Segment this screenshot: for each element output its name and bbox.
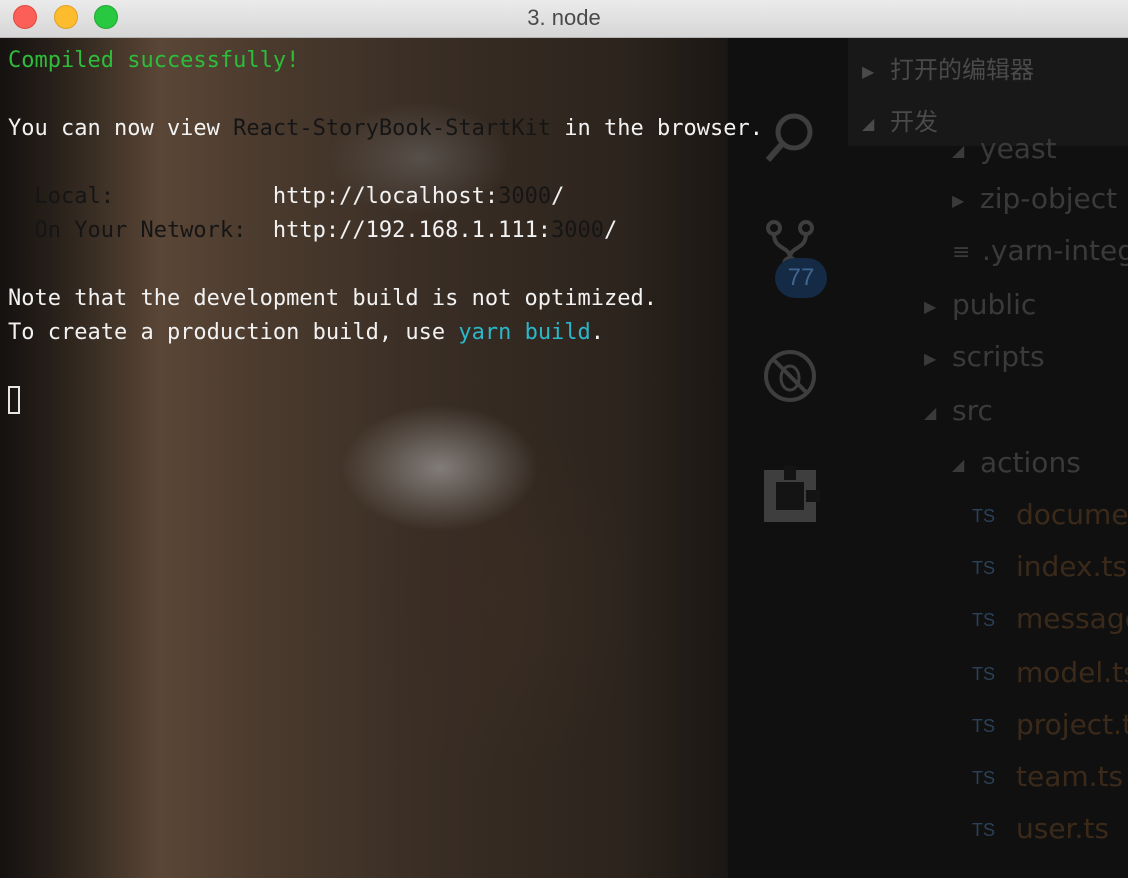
chevron-down-icon: ◢ bbox=[924, 402, 937, 422]
debug-icon[interactable] bbox=[760, 346, 820, 406]
typescript-icon: TS bbox=[972, 505, 996, 526]
production-build-hint: To create a production build, use yarn b… bbox=[8, 320, 605, 345]
local-url-line: Local: http://localhost:3000/ bbox=[8, 184, 565, 209]
terminal-window: 77 ▶ 打开的编辑器 ◢ 开发 ◢ yeast ▶ zip-object ≡ .yarn… bbox=[0, 0, 1128, 878]
chevron-right-icon: ▶ bbox=[952, 190, 965, 210]
app-name: React-StoryBook-StartKit bbox=[233, 116, 552, 141]
tree-item-yeast[interactable]: ◢ yeast bbox=[952, 132, 1057, 165]
chevron-right-icon: ▶ bbox=[924, 296, 937, 316]
tree-file[interactable]: TSmessage.ts bbox=[972, 602, 1128, 635]
network-url-line: On Your Network: http://192.168.1.111:30… bbox=[8, 218, 618, 243]
tree-file[interactable]: TSproject.ts bbox=[972, 708, 1128, 741]
chevron-right-icon: ▶ bbox=[862, 61, 875, 81]
tree-file[interactable]: TSdocument.ts bbox=[972, 498, 1128, 531]
tree-file[interactable]: TS model.ts bbox=[972, 656, 1128, 689]
tree-file[interactable]: TS index.ts bbox=[972, 550, 1127, 583]
view-message: You can now view React-StoryBook-StartKi… bbox=[8, 116, 763, 141]
open-editors-section[interactable]: ▶ 打开的编辑器 bbox=[862, 50, 1034, 85]
tree-item-zip-object[interactable]: ▶ zip-object bbox=[952, 182, 1117, 215]
typescript-icon: TS bbox=[972, 609, 996, 630]
tree-item-src[interactable]: ◢ src bbox=[924, 394, 993, 427]
typescript-icon: TS bbox=[972, 715, 996, 736]
terminal-output[interactable]: Compiled successfully! You can now view … bbox=[0, 38, 763, 878]
tree-item-yarn-integrity[interactable]: ≡.yarn-integrity bbox=[952, 234, 1128, 267]
network-label: On Your Network: bbox=[8, 218, 273, 243]
window-title: 3. node bbox=[527, 5, 601, 30]
dev-section[interactable]: ◢ 开发 bbox=[862, 102, 938, 137]
chevron-down-icon: ◢ bbox=[952, 140, 965, 160]
network-port: 3000 bbox=[551, 218, 605, 243]
compiled-message: Compiled successfully! bbox=[8, 48, 300, 73]
scm-count-badge: 77 bbox=[775, 258, 827, 298]
typescript-icon: TS bbox=[972, 663, 996, 684]
local-label: Local: bbox=[8, 184, 273, 209]
tree-item-actions[interactable]: ◢ actions bbox=[952, 446, 1081, 479]
terminal-cursor bbox=[8, 386, 20, 414]
chevron-down-icon: ◢ bbox=[952, 454, 965, 474]
dev-build-note: Note that the development build is not o… bbox=[8, 286, 658, 311]
activity-bar bbox=[745, 38, 835, 878]
typescript-icon: TS bbox=[972, 767, 996, 788]
typescript-icon: TS bbox=[972, 557, 996, 578]
network-url[interactable]: http://192.168.1.111: bbox=[273, 218, 551, 243]
local-url[interactable]: http://localhost: bbox=[273, 184, 498, 209]
tree-item-public[interactable]: ▶ public bbox=[924, 288, 1036, 321]
chevron-down-icon: ◢ bbox=[862, 113, 875, 133]
tree-file[interactable]: TS team.ts bbox=[972, 760, 1123, 793]
local-port: 3000 bbox=[498, 184, 552, 209]
tree-file[interactable]: TS user.ts bbox=[972, 812, 1109, 845]
yarn-build-command: yarn build bbox=[458, 320, 591, 345]
file-lines-icon: ≡ bbox=[952, 239, 971, 265]
title-bar[interactable]: 3. node bbox=[0, 0, 1128, 38]
extensions-icon[interactable] bbox=[760, 466, 820, 526]
tree-item-scripts[interactable]: ▶ scripts bbox=[924, 340, 1045, 373]
chevron-right-icon: ▶ bbox=[924, 348, 937, 368]
typescript-icon: TS bbox=[972, 819, 996, 840]
search-icon[interactable] bbox=[760, 108, 820, 168]
